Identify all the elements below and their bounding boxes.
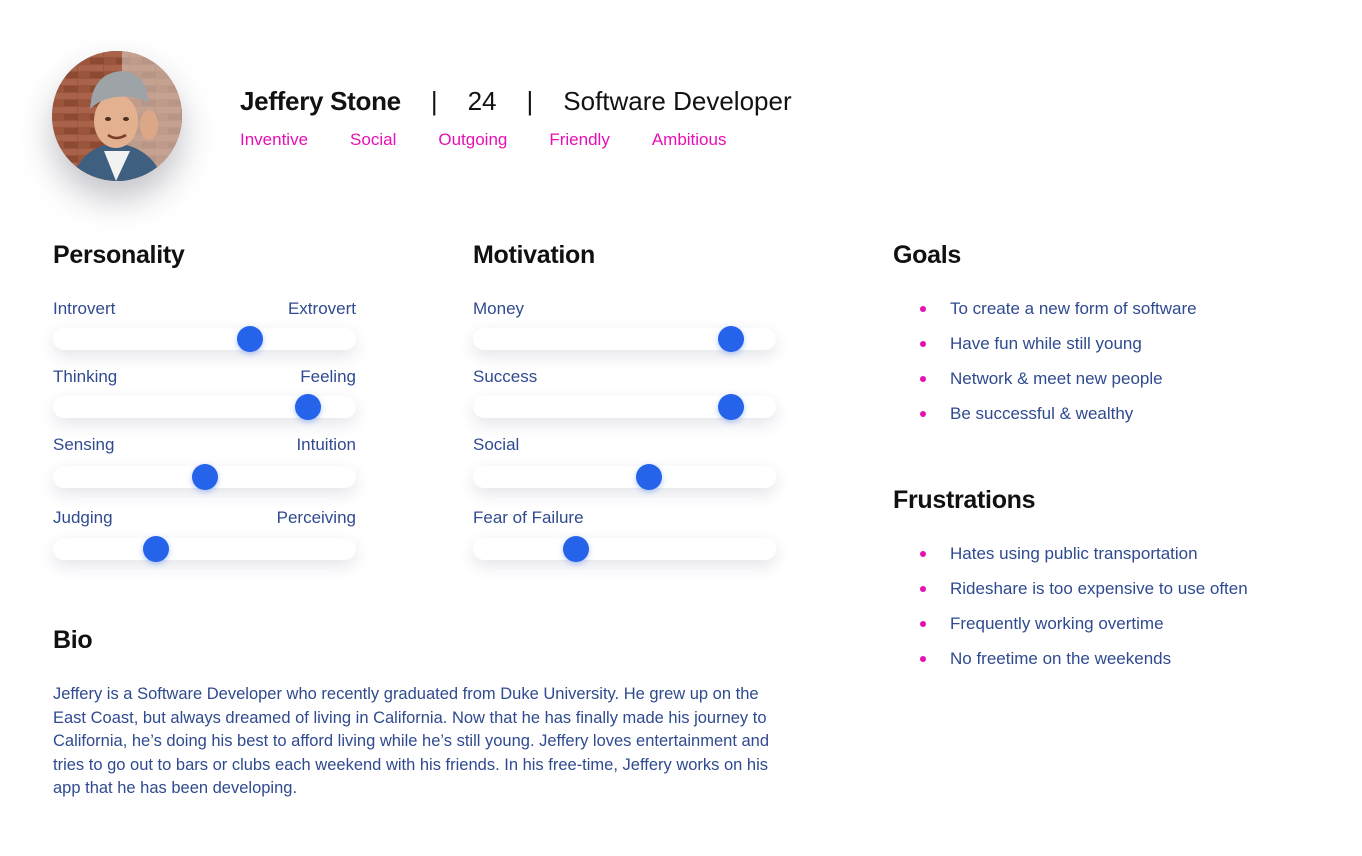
list-item-text: Be successful & wealthy bbox=[950, 404, 1134, 423]
list-item-text: To create a new form of software bbox=[950, 299, 1197, 318]
bullet-icon bbox=[920, 656, 926, 662]
list-item: No freetime on the weekends bbox=[918, 648, 1248, 683]
personality-sliders: Introvert Extrovert Thinking Feeling Sen… bbox=[53, 298, 356, 575]
frustrations-heading: Frustrations bbox=[893, 486, 1036, 514]
profile-name: Jeffery Stone bbox=[240, 85, 401, 116]
slider-track[interactable] bbox=[53, 464, 356, 490]
slider-knob[interactable] bbox=[717, 326, 744, 352]
slider-left-label: Judging bbox=[53, 508, 113, 527]
avatar-photo bbox=[52, 51, 182, 181]
profile-occupation: Software Developer bbox=[563, 85, 792, 116]
slider-track[interactable] bbox=[53, 394, 356, 420]
list-item: Rideshare is too expensive to use often bbox=[918, 578, 1248, 613]
slider-track[interactable] bbox=[53, 326, 356, 352]
slider-knob[interactable] bbox=[563, 536, 590, 562]
trait-tag: Ambitious bbox=[651, 130, 727, 149]
goals-list: To create a new form of software Have fu… bbox=[918, 298, 1197, 438]
trait-tag: Inventive bbox=[240, 130, 309, 149]
bullet-icon bbox=[920, 376, 926, 382]
slider-label: Success bbox=[473, 367, 538, 386]
list-item: Frequently working overtime bbox=[918, 613, 1248, 648]
list-item-text: Have fun while still young bbox=[950, 334, 1142, 353]
slider-right-label: Intuition bbox=[296, 435, 356, 454]
slider-track[interactable] bbox=[473, 536, 776, 562]
slider-knob[interactable] bbox=[294, 394, 321, 420]
list-item: Have fun while still young bbox=[918, 333, 1197, 368]
list-item-text: Rideshare is too expensive to use often bbox=[950, 579, 1248, 598]
personality-heading: Personality bbox=[53, 241, 185, 269]
slider-row: Social bbox=[473, 434, 776, 507]
slider-knob[interactable] bbox=[635, 464, 662, 490]
motivation-sliders: Money Success Social Fear of Failure bbox=[473, 298, 776, 575]
frustrations-list: Hates using public transportation Ridesh… bbox=[918, 543, 1248, 683]
list-item: Be successful & wealthy bbox=[918, 403, 1197, 438]
slider-track[interactable] bbox=[53, 536, 356, 562]
slider-right-label: Perceiving bbox=[276, 508, 356, 527]
slider-knob[interactable] bbox=[191, 464, 218, 490]
trait-tag: Outgoing bbox=[438, 130, 508, 149]
list-item-text: Hates using public transportation bbox=[950, 544, 1198, 563]
bullet-icon bbox=[920, 341, 926, 347]
slider-label: Money bbox=[473, 299, 525, 318]
trait-tag: Friendly bbox=[549, 130, 610, 149]
slider-right-label: Extrovert bbox=[287, 299, 356, 318]
list-item: Hates using public transportation bbox=[918, 543, 1248, 578]
trait-tag: Social bbox=[350, 130, 397, 149]
slider-track[interactable] bbox=[473, 464, 776, 490]
slider-left-label: Thinking bbox=[53, 367, 118, 386]
slider-track[interactable] bbox=[473, 326, 776, 352]
slider-row: Success bbox=[473, 366, 776, 434]
list-item-text: Network & meet new people bbox=[950, 369, 1163, 388]
slider-left-label: Sensing bbox=[53, 435, 115, 454]
trait-tags: Inventive Social Outgoing Friendly Ambit… bbox=[240, 130, 768, 150]
bio-heading: Bio bbox=[53, 626, 93, 654]
slider-left-label: Introvert bbox=[53, 299, 116, 318]
bullet-icon bbox=[920, 306, 926, 312]
bullet-icon bbox=[920, 621, 926, 627]
slider-row: Judging Perceiving bbox=[53, 507, 356, 575]
header-separator: | bbox=[430, 85, 438, 116]
profile-avatar bbox=[52, 51, 182, 181]
header-separator: | bbox=[526, 85, 534, 116]
bullet-icon bbox=[920, 586, 926, 592]
list-item: Network & meet new people bbox=[918, 368, 1197, 403]
slider-label: Social bbox=[473, 435, 520, 454]
bullet-icon bbox=[920, 551, 926, 557]
slider-row: Sensing Intuition bbox=[53, 434, 356, 507]
profile-header: Jeffery Stone | 24 | Software Developer bbox=[240, 84, 792, 118]
profile-age: 24 bbox=[467, 85, 497, 116]
goals-heading: Goals bbox=[893, 241, 961, 269]
slider-row: Thinking Feeling bbox=[53, 366, 356, 434]
bullet-icon bbox=[920, 411, 926, 417]
slider-knob[interactable] bbox=[143, 536, 170, 562]
motivation-heading: Motivation bbox=[473, 241, 595, 269]
slider-knob[interactable] bbox=[717, 394, 744, 420]
slider-track[interactable] bbox=[473, 394, 776, 420]
list-item-text: Frequently working overtime bbox=[950, 614, 1164, 633]
slider-row: Introvert Extrovert bbox=[53, 298, 356, 366]
slider-knob[interactable] bbox=[236, 326, 263, 352]
slider-row: Money bbox=[473, 298, 776, 366]
slider-label: Fear of Failure bbox=[473, 508, 584, 527]
list-item-text: No freetime on the weekends bbox=[950, 649, 1172, 668]
list-item: To create a new form of software bbox=[918, 298, 1197, 333]
slider-row: Fear of Failure bbox=[473, 507, 776, 575]
slider-right-label: Feeling bbox=[300, 367, 356, 386]
bio-text: Jeffery is a Software Developer who rece… bbox=[53, 685, 770, 797]
